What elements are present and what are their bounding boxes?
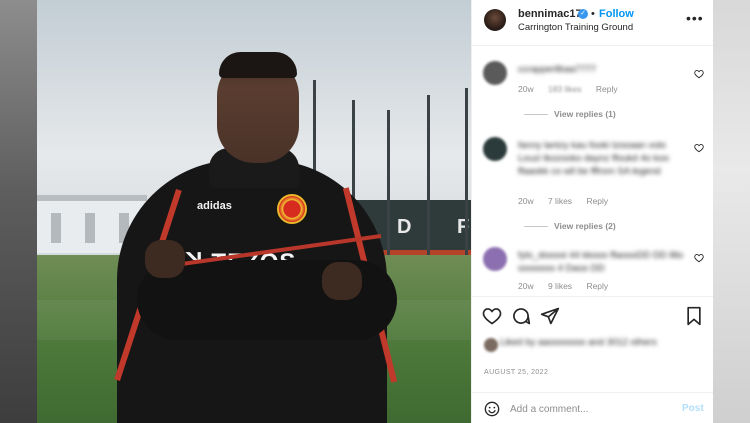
post-panel: bennimac17 ✓ • Follow Carrington Trainin… bbox=[471, 0, 713, 423]
comment-text: fanny lantzy kau fooki tzooaan volo Louz… bbox=[518, 140, 669, 177]
view-replies-button[interactable]: View replies (2) bbox=[552, 221, 616, 231]
comments-list[interactable]: ccrapperllbaa7777 20w 183 likes Reply Vi… bbox=[472, 47, 713, 295]
post-photo[interactable]: D F adidas ꓘ TEZOS bbox=[37, 0, 471, 423]
comment-time: 20w bbox=[518, 281, 534, 291]
comment-avatar[interactable] bbox=[483, 247, 507, 271]
share-send-icon[interactable] bbox=[540, 306, 560, 326]
post-actions bbox=[472, 296, 713, 336]
blurred-background-right bbox=[713, 0, 750, 423]
reply-button[interactable]: Reply bbox=[586, 281, 608, 291]
reply-button[interactable]: Reply bbox=[596, 84, 618, 94]
comment-likes[interactable]: 7 likes bbox=[548, 196, 572, 206]
comment-text: ccrapperllbaa7777 bbox=[518, 64, 597, 75]
comment-bubble-icon[interactable] bbox=[511, 306, 531, 326]
club-crest-icon bbox=[277, 194, 307, 224]
save-bookmark-icon[interactable] bbox=[684, 306, 704, 326]
follow-button[interactable]: Follow bbox=[599, 8, 634, 20]
comment-time: 20w bbox=[518, 196, 534, 206]
man-hair bbox=[219, 52, 297, 78]
hand bbox=[145, 240, 185, 278]
hand bbox=[322, 262, 362, 300]
comment-avatar[interactable] bbox=[483, 61, 507, 85]
comment-meta: 20w 7 likes Reply bbox=[518, 196, 620, 206]
header-separator: • bbox=[591, 8, 595, 20]
post-date: AUGUST 25, 2022 bbox=[484, 369, 549, 376]
adidas-logo: adidas bbox=[197, 200, 232, 212]
comment-meta: 20w 9 likes Reply bbox=[518, 281, 620, 291]
stand-letter-d: D bbox=[397, 216, 412, 238]
likes-text: Liked by aaooooooo and 3012 others bbox=[500, 337, 657, 348]
comment-time: 20w bbox=[518, 84, 534, 94]
comment-text: fylo_dooooi 44 kkooo ffaoooDD DD llllo o… bbox=[518, 250, 684, 274]
fence-post bbox=[465, 88, 468, 278]
post-comment-button[interactable]: Post bbox=[682, 403, 704, 414]
building-window bbox=[51, 213, 61, 243]
comment-input[interactable] bbox=[510, 399, 670, 419]
comment-likes[interactable]: 183 likes bbox=[548, 84, 582, 94]
post-header: bennimac17 ✓ • Follow Carrington Trainin… bbox=[472, 0, 713, 46]
likes-summary[interactable]: Liked by aaooooooo and 3012 others bbox=[484, 336, 704, 366]
more-options-icon[interactable]: ••• bbox=[686, 10, 704, 26]
building-window bbox=[85, 213, 95, 243]
reply-button[interactable]: Reply bbox=[586, 196, 608, 206]
author-avatar[interactable] bbox=[484, 9, 506, 31]
comment-heart-icon[interactable] bbox=[694, 253, 704, 263]
author-username[interactable]: bennimac17 bbox=[518, 8, 582, 20]
comment-heart-icon[interactable] bbox=[694, 69, 704, 79]
add-comment-bar: Post bbox=[472, 392, 713, 423]
verified-badge-icon: ✓ bbox=[578, 9, 588, 19]
comment-likes[interactable]: 9 likes bbox=[548, 281, 572, 291]
blurred-background-left bbox=[0, 0, 37, 423]
comment-avatar[interactable] bbox=[483, 137, 507, 161]
view-replies-button[interactable]: View replies (1) bbox=[552, 109, 616, 119]
emoji-icon[interactable] bbox=[484, 401, 500, 417]
comment-heart-icon[interactable] bbox=[694, 143, 704, 153]
like-heart-icon[interactable] bbox=[482, 306, 502, 326]
post-location[interactable]: Carrington Training Ground bbox=[518, 22, 633, 33]
comment-meta: 20w 183 likes Reply bbox=[518, 84, 630, 94]
liker-avatar bbox=[484, 338, 498, 352]
